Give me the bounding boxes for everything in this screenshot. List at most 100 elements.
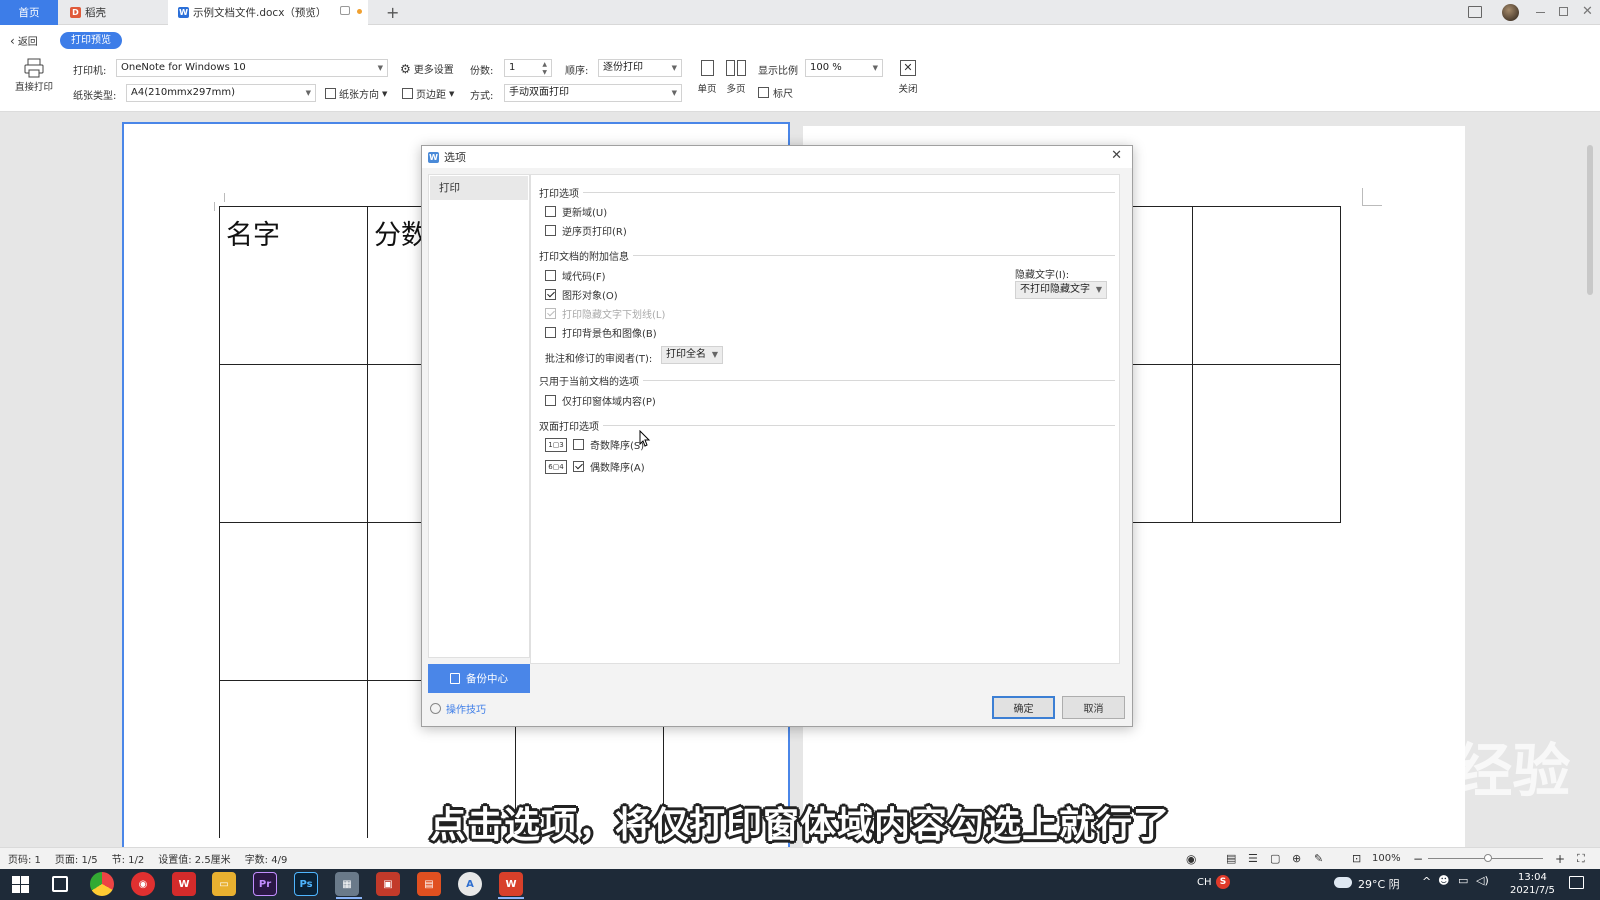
nav-item-print[interactable]: 打印 xyxy=(430,176,528,200)
photoshop-icon[interactable]: Ps xyxy=(294,872,318,896)
outline-view-icon[interactable]: ☰ xyxy=(1248,852,1258,865)
backup-center-button[interactable]: 备份中心 xyxy=(428,664,530,693)
pin-icon[interactable] xyxy=(340,6,350,15)
tab-document[interactable]: W 示例文档文件.docx（预览） xyxy=(168,0,368,25)
single-page-button[interactable]: 单页 xyxy=(697,60,717,95)
maximize-icon[interactable] xyxy=(1559,7,1568,16)
layout-icon[interactable] xyxy=(1468,6,1482,18)
volume-icon[interactable]: ◁) xyxy=(1476,874,1489,887)
ruler-toggle[interactable]: 标尺 xyxy=(758,85,793,100)
copies-stepper[interactable]: 1 ▲ ▼ xyxy=(504,59,552,77)
media-app-icon[interactable]: ▦ xyxy=(335,872,359,896)
zoom-slider-thumb[interactable] xyxy=(1484,854,1492,862)
field-codes-checkbox[interactable] xyxy=(545,270,556,281)
order-value: 逐份打印 xyxy=(603,62,643,73)
orientation-label: 纸张方向 xyxy=(339,90,379,101)
eye-icon[interactable]: ◉ xyxy=(1186,852,1196,866)
option-label: 偶数降序(A) xyxy=(590,463,645,474)
notification-icon[interactable] xyxy=(1569,876,1584,889)
mode-select[interactable]: 手动双面打印 ▼ xyxy=(504,84,682,102)
option-even-desc[interactable]: 6▢4 偶数降序(A) xyxy=(545,459,645,474)
vertical-scrollbar[interactable] xyxy=(1586,120,1594,840)
fullscreen-icon[interactable]: ⛶ xyxy=(1577,852,1585,866)
clock[interactable]: 13:04 2021/7/5 xyxy=(1510,871,1555,897)
music-app-icon[interactable]: ◉ xyxy=(131,872,155,896)
back-button[interactable]: ‹ 返回 xyxy=(10,33,38,49)
read-view-icon[interactable]: ▢ xyxy=(1270,852,1280,865)
option-form-data-only[interactable]: 仅打印窗体域内容(P) xyxy=(545,393,656,408)
option-odd-desc[interactable]: 1▢3 奇数降序(S) xyxy=(545,437,644,452)
option-background[interactable]: 打印背景色和图像(B) xyxy=(545,325,657,340)
option-field-codes[interactable]: 域代码(F) xyxy=(545,268,606,283)
file-explorer-icon[interactable]: ▭ xyxy=(212,872,236,896)
section-label: 打印选项 xyxy=(539,189,579,200)
minimize-icon[interactable] xyxy=(1536,12,1545,13)
web-view-icon[interactable]: ⊕ xyxy=(1292,852,1301,865)
ruler-checkbox[interactable] xyxy=(758,87,769,98)
paper-type-select[interactable]: A4(210mmx297mm) ▼ xyxy=(126,84,316,102)
options-dialog: W 选项 ✕ 打印 备份中心 操作技巧 打印选项 更新域(U) 逆序页打印(R)… xyxy=(421,145,1133,727)
chevron-down-icon: ▼ xyxy=(711,350,718,359)
update-fields-checkbox[interactable] xyxy=(545,206,556,217)
form-data-only-checkbox[interactable] xyxy=(545,395,556,406)
chevron-up-icon[interactable]: ^ xyxy=(1422,875,1431,888)
option-update-fields[interactable]: 更新域(U) xyxy=(545,204,607,219)
printer-select[interactable]: OneNote for Windows 10 ▼ xyxy=(116,59,388,77)
cancel-button[interactable]: 取消 xyxy=(1062,696,1125,719)
dialog-close-icon[interactable]: ✕ xyxy=(1111,148,1122,163)
ime-indicator[interactable]: CH xyxy=(1197,877,1212,888)
sogou-icon[interactable]: S xyxy=(1216,875,1230,889)
tips-link[interactable]: 操作技巧 xyxy=(430,701,486,716)
reviewer-select[interactable]: 打印全名 ▼ xyxy=(661,346,723,364)
drawing-objects-checkbox[interactable] xyxy=(545,289,556,300)
weather-text[interactable]: 29°C 阴 xyxy=(1358,876,1400,892)
chrome-icon[interactable] xyxy=(90,872,114,896)
network-icon[interactable]: ▭ xyxy=(1458,874,1468,887)
more-settings-button[interactable]: ⚙ 更多设置 xyxy=(400,61,454,77)
app-store-icon[interactable]: A xyxy=(458,872,482,896)
odd-desc-checkbox[interactable] xyxy=(573,439,584,450)
stepper-arrows-icon[interactable]: ▲ ▼ xyxy=(542,61,547,77)
qq-icon[interactable]: ☻ xyxy=(1438,874,1449,887)
zoom-select[interactable]: 100 % ▼ xyxy=(805,59,883,77)
presentation-icon[interactable]: ▣ xyxy=(376,872,400,896)
option-label: 图形对象(O) xyxy=(562,291,618,302)
ok-button[interactable]: 确定 xyxy=(992,696,1055,719)
close-preview-button[interactable]: ✕ 关闭 xyxy=(896,60,920,95)
chevron-down-icon: ▼ xyxy=(305,89,311,97)
pen-icon[interactable]: ✎ xyxy=(1314,852,1323,865)
premiere-icon[interactable]: Pr xyxy=(253,872,277,896)
option-reverse-print[interactable]: 逆序页打印(R) xyxy=(545,223,627,238)
windows-start-icon[interactable] xyxy=(12,876,29,893)
scrollbar-thumb[interactable] xyxy=(1587,145,1593,295)
wps-icon[interactable]: W xyxy=(172,872,196,896)
new-tab-button[interactable]: + xyxy=(386,3,399,22)
chevron-down-icon: ▼ xyxy=(449,89,455,98)
orientation-button[interactable]: 纸张方向 ▼ xyxy=(325,86,387,101)
order-select[interactable]: 逐份打印 ▼ xyxy=(598,59,682,77)
task-view-icon[interactable] xyxy=(52,876,68,892)
margins-button[interactable]: 页边距 ▼ xyxy=(402,86,454,101)
table-line xyxy=(219,206,220,838)
reverse-print-checkbox[interactable] xyxy=(545,225,556,236)
background-checkbox[interactable] xyxy=(545,327,556,338)
print-preview-badge[interactable]: 打印预览 xyxy=(60,32,122,49)
option-drawing-objects[interactable]: 图形对象(O) xyxy=(545,287,618,302)
zoom-fit-icon[interactable]: ⊡ xyxy=(1352,852,1361,865)
page-view-icon[interactable]: ▤ xyxy=(1226,852,1236,865)
direct-print-button[interactable]: 直接打印 xyxy=(10,58,58,93)
tab-home[interactable]: 首页 xyxy=(0,0,58,25)
table-line xyxy=(1192,206,1193,523)
zoom-out-icon[interactable]: − xyxy=(1413,852,1423,866)
wps-spreadsheet-icon[interactable]: ▤ xyxy=(417,872,441,896)
window-close-icon[interactable]: ✕ xyxy=(1582,4,1593,19)
even-desc-checkbox[interactable] xyxy=(573,461,584,472)
wps-writer-icon[interactable]: W xyxy=(499,872,523,896)
zoom-in-icon[interactable]: + xyxy=(1555,852,1565,866)
tab-daoke[interactable]: D 稻壳 xyxy=(60,0,167,25)
avatar[interactable] xyxy=(1502,4,1519,21)
multi-page-button[interactable]: 多页 xyxy=(724,60,748,95)
tips-icon xyxy=(430,703,441,714)
orientation-icon xyxy=(325,88,336,99)
hidden-text-select[interactable]: 不打印隐藏文字 ▼ xyxy=(1015,281,1107,299)
